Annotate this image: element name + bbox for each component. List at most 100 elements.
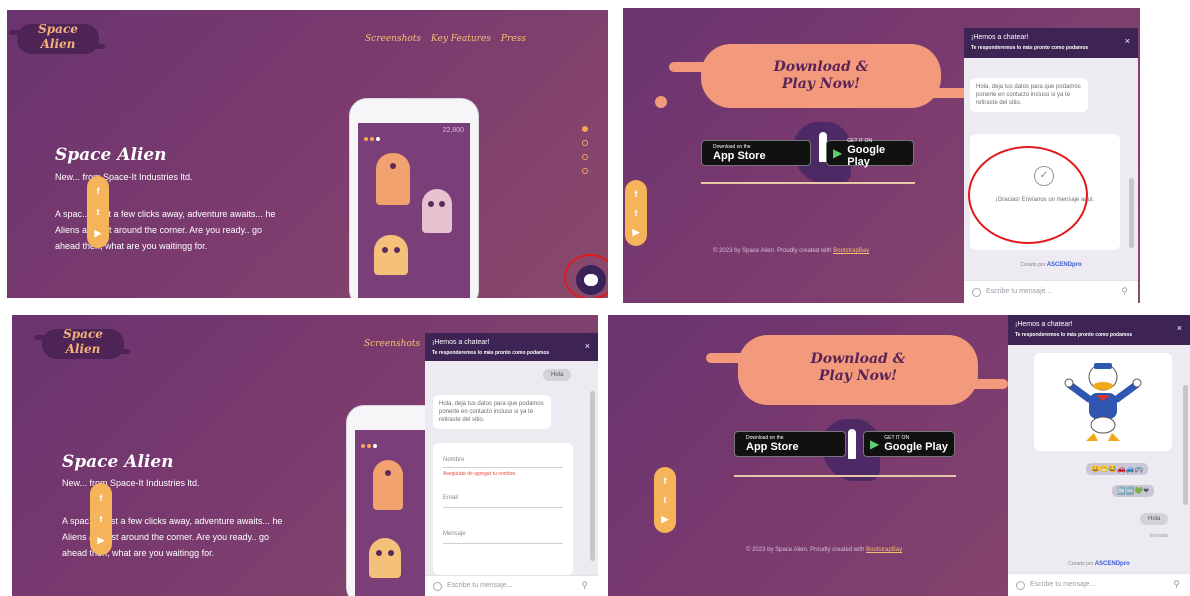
alien-ghost-pink (422, 189, 452, 233)
phone-score: 22,800 (442, 127, 464, 134)
twitter-icon[interactable]: t (97, 207, 100, 217)
chat-close-button[interactable]: × (1177, 323, 1182, 333)
footer-text: © 2023 by Space Alien. Proudly created w… (746, 547, 865, 553)
emoji-icon[interactable] (972, 288, 981, 297)
youtube-icon[interactable]: ▶ (633, 227, 640, 237)
chat-input[interactable]: Escribe tu mensaje... (1030, 581, 1095, 588)
app-store-button[interactable]: Download on the App Store (734, 431, 846, 457)
phone-screen: 22,800 (358, 123, 470, 298)
youtube-icon[interactable]: ▶ (662, 514, 669, 524)
twitter-icon[interactable]: t (635, 208, 638, 218)
download-heading: Download & Play Now! (701, 59, 941, 93)
chat-close-button[interactable]: × (1125, 36, 1130, 46)
section-dot[interactable] (582, 126, 588, 132)
nav-key-features[interactable]: Key Features (431, 34, 491, 44)
chat-subtitle: Te responderemos lo más pronto como poda… (1015, 332, 1133, 338)
download-banner: Download & Play Now! (669, 44, 971, 108)
logo-text: Space Alien (17, 22, 99, 52)
message-label: Mensaje (443, 531, 466, 537)
download-panel-success: Download & Play Now! Download on the App … (623, 8, 1140, 303)
facebook-icon[interactable]: f (97, 186, 100, 196)
site-footer: © 2023 by Space Alien. Proudly created w… (746, 547, 902, 553)
powered-brand[interactable]: ASCENDpro (1095, 561, 1130, 567)
google-play-button[interactable]: ▶ GET IT ON Google Play (826, 138, 914, 168)
emoji-icon[interactable] (433, 582, 442, 591)
section-dot[interactable] (582, 168, 588, 174)
nav-press[interactable]: Press (501, 34, 526, 44)
chat-widget: ¡Hemos a chatear! Te responderemos lo má… (964, 28, 1138, 303)
user-message: Hola (1140, 513, 1169, 525)
twitter-icon[interactable]: t (664, 495, 667, 505)
brand-logo[interactable]: Space Alien (9, 18, 105, 60)
alien-ghost-yellow (374, 235, 408, 275)
google-play-button[interactable]: ▶ GET IT ON Google Play (863, 431, 955, 457)
name-label: Nombre (443, 457, 465, 463)
attach-icon[interactable]: ⚲ (1121, 286, 1128, 297)
social-bar: f t ▶ (87, 176, 109, 248)
name-field[interactable] (443, 467, 563, 468)
chat-widget: ¡Hemos a chatear! Te responderemos lo má… (1008, 315, 1190, 596)
landing-panel-form: Space Alien Screenshots Space Alien New.… (12, 315, 598, 596)
nav-screenshots[interactable]: Screenshots (364, 339, 420, 349)
chat-input[interactable]: Escribe tu mensaje... (986, 288, 1051, 295)
email-label: Email (443, 495, 459, 501)
hero-subtitle: New... from Space-It Industries ltd. (55, 172, 193, 182)
chat-input[interactable]: Escribe tu mensaje... (447, 582, 512, 589)
facebook-icon[interactable]: f (635, 189, 638, 199)
chat-header: ¡Hemos a chatear! Te responderemos lo má… (425, 333, 598, 361)
facebook-icon[interactable]: f (100, 493, 103, 503)
youtube-icon[interactable]: ▶ (98, 535, 105, 545)
footer-text: © 2023 by Space Alien. Proudly created w… (713, 248, 832, 254)
attach-icon[interactable]: ⚲ (1173, 579, 1180, 590)
play-store-icon: ▶ (870, 437, 880, 451)
chat-title: ¡Hemos a chatear! (1015, 321, 1073, 328)
twitter-icon[interactable]: t (100, 514, 103, 524)
attach-icon[interactable]: ⚲ (581, 580, 588, 591)
chat-title: ¡Hemos a chatear! (432, 339, 490, 346)
section-dot[interactable] (582, 154, 588, 160)
download-heading: Download & Play Now! (738, 351, 978, 385)
image-message (1034, 353, 1172, 451)
emoji-icon[interactable] (1016, 581, 1025, 590)
nav-screenshots[interactable]: Screenshots (365, 34, 421, 44)
social-bar: f t ▶ (654, 467, 676, 533)
powered-brand[interactable]: ASCENDpro (1047, 262, 1082, 268)
ground-line (701, 182, 915, 184)
chat-input-bar[interactable]: Escribe tu mensaje... ⚲ (425, 575, 598, 596)
youtube-icon[interactable]: ▶ (95, 228, 102, 238)
chat-scrollbar[interactable] (1183, 385, 1188, 505)
footer-link[interactable]: BootstrapBay (866, 547, 902, 553)
google-play-big: Google Play (884, 441, 948, 453)
site-footer: © 2023 by Space Alien. Proudly created w… (713, 248, 869, 254)
powered-by: Creado por ASCENDpro (964, 262, 1138, 268)
logo-line2: Alien (65, 342, 101, 356)
footer-link[interactable]: BootstrapBay (833, 248, 869, 254)
message-field[interactable] (443, 543, 563, 544)
chat-messages: Hola Hola, deja tus datos para que podam… (425, 361, 598, 589)
chat-close-button[interactable]: × (585, 341, 590, 351)
chat-scrollbar[interactable] (590, 391, 595, 561)
hero-title: Space Alien (55, 145, 167, 165)
facebook-icon[interactable]: f (664, 476, 667, 486)
section-dot[interactable] (582, 140, 588, 146)
chat-header: ¡Hemos a chatear! Te responderemos lo má… (1008, 315, 1190, 345)
chat-input-bar[interactable]: Escribe tu mensaje... ⚲ (964, 280, 1138, 303)
download-banner: Download & Play Now! (706, 335, 1008, 405)
contact-form: Nombre Asegúrate de agregar tu nombre. E… (433, 443, 573, 575)
powered-prefix: Creado por (1068, 561, 1094, 567)
chat-header: ¡Hemos a chatear! Te responderemos lo má… (964, 28, 1138, 58)
email-field[interactable] (443, 507, 563, 508)
chat-subtitle: Te responderemos lo más pronto como poda… (971, 45, 1089, 51)
logo-line1: Space (63, 327, 103, 341)
user-message: Hola (543, 369, 572, 381)
emoji-message: 😀😁😂🚗🚙🚌 (1086, 463, 1149, 475)
brand-logo[interactable]: Space Alien (34, 323, 130, 365)
bot-message: Hola, deja tus datos para que podamos po… (970, 78, 1088, 112)
chat-scrollbar[interactable] (1129, 178, 1134, 248)
chat-messages: Hola, deja tus datos para que podamos po… (964, 58, 1138, 280)
chat-input-bar[interactable]: Escribe tu mensaje... ⚲ (1008, 573, 1190, 596)
highlight-circle (564, 254, 608, 298)
hero-subtitle: New... from Space-It Industries ltd. (62, 478, 200, 488)
app-store-button[interactable]: Download on the App Store (701, 140, 811, 166)
name-error: Asegúrate de agregar tu nombre. (443, 471, 517, 477)
